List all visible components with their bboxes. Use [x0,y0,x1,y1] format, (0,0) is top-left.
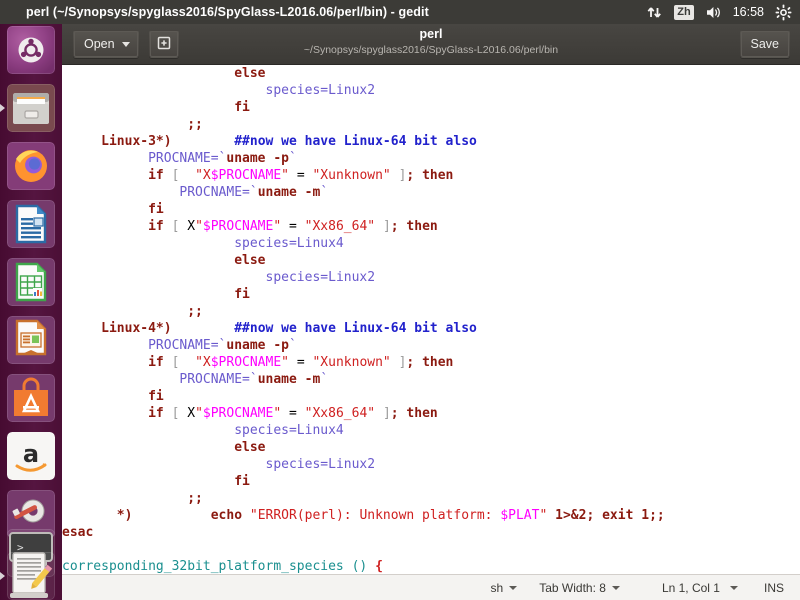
code-line: *) echo "ERROR(perl): Unknown platform: … [116,508,665,523]
chevron-down-icon [611,585,620,590]
code-line: else [234,440,266,455]
launcher-icon-glow [7,374,55,422]
code-line: fi [234,100,250,115]
launcher-item-ubuntu-software[interactable] [7,374,55,422]
code-line: if [ "X$PROCNAME" = "Xunknown" ]; then [148,168,454,183]
launcher-icon-glow [7,258,55,306]
cursor-position: Ln 1, Col 1 [662,581,720,595]
code-line: else [234,66,266,81]
code-line: PROCNAME=`uname -m` [179,185,329,200]
launcher-icon-glow [7,84,55,132]
code-line: fi [148,389,164,404]
launcher-icon-glow [7,432,55,480]
unity-launcher: a >_ [0,24,62,600]
document-path: ~/Synopsys/spyglass2016/SpyGlass-L2016.0… [303,44,559,56]
launcher-icon-glow [7,200,55,248]
launcher-item-amazon[interactable]: a [7,432,55,480]
gear-session-icon[interactable] [775,4,792,21]
insert-mode-indicator[interactable]: INS [764,581,784,595]
unity-top-panel: perl (~/Synopsys/spyglass2016/SpyGlass-L… [0,0,800,24]
network-updown-arrows-icon[interactable] [646,4,663,21]
code-line: PROCNAME=`uname -p` [148,151,297,166]
open-button-label: Open [84,37,115,51]
source-code-view[interactable]: else species=Linux2 fi ;; Linux-3*) ##no… [62,65,665,575]
launcher-item-libreoffice-impress[interactable] [7,316,55,364]
code-line: if [ X"$PROCNAME" = "Xx86_64" ]; then [148,406,438,421]
clock[interactable]: 16:58 [733,5,764,19]
code-line: species=Linux4 [234,236,344,251]
save-button[interactable]: Save [739,30,790,58]
code-line: species=Linux2 [265,270,376,285]
keyboard-language-indicator[interactable]: Zh [674,4,694,20]
page-title: perl [419,27,443,41]
code-line: ;; [187,117,203,132]
chevron-down-icon [509,585,518,590]
launcher-icon-glow [7,316,55,364]
launcher-item-libreoffice-writer[interactable] [7,200,55,248]
launcher-running-indicator [0,572,6,581]
launcher-item-ubuntu-dash[interactable] [7,26,55,74]
launcher-item-firefox[interactable] [7,142,55,190]
gedit-window: Open perl ~/Synopsys/spyglass2016/SpyGla… [62,24,800,600]
code-line: species=Linux4 [234,423,344,438]
new-document-icon [156,35,172,54]
gedit-headerbar: Open perl ~/Synopsys/spyglass2016/SpyGla… [62,24,800,65]
open-button[interactable]: Open [73,30,139,58]
chevron-down-icon[interactable] [729,585,738,590]
language-selector[interactable]: sh [491,581,518,595]
launcher-running-indicator [0,104,6,113]
code-line: species=Linux2 [265,457,376,472]
code-line: ;; [187,304,203,319]
gedit-statusbar: sh Tab Width: 8 Ln 1, Col 1 INS [62,574,800,600]
code-line: else [234,253,266,268]
window-title: perl (~/Synopsys/spyglass2016/SpyGlass-L… [26,5,429,19]
launcher-item-files-nautilus[interactable] [7,84,55,132]
code-line: PROCNAME=`uname -m` [179,372,329,387]
new-document-button[interactable] [148,30,179,58]
code-line: if [ X"$PROCNAME" = "Xx86_64" ]; then [148,219,438,234]
code-line: corresponding_32bit_platform_species () … [62,559,383,574]
code-line: fi [234,474,250,489]
language-label: sh [490,580,504,595]
launcher-icon-glow [7,26,55,74]
code-line: ;; [187,491,203,506]
code-line: Linux-4*) ##now we have Linux-64 bit als… [101,321,477,336]
code-line: species=Linux2 [265,83,376,98]
launcher-item-libreoffice-calc[interactable] [7,258,55,306]
chevron-down-icon [121,41,130,47]
code-line: esac [62,525,94,540]
code-line: fi [234,287,250,302]
tab-width-selector[interactable]: Tab Width: 8 [539,581,620,595]
code-line: fi [148,202,164,217]
tab-width-label: Tab Width: 8 [539,580,606,595]
launcher-item-gedit[interactable] [7,552,55,600]
code-line: Linux-3*) ##now we have Linux-64 bit als… [101,134,477,149]
launcher-icon-glow [7,142,55,190]
code-line: PROCNAME=`uname -p` [148,338,297,353]
code-line: if [ "X$PROCNAME" = "Xunknown" ]; then [148,355,454,370]
system-tray: Zh 16:58 [646,4,792,21]
volume-speaker-icon[interactable] [705,4,722,21]
desktop-root: perl (~/Synopsys/spyglass2016/SpyGlass-L… [0,0,800,600]
launcher-icon-glow [7,552,55,600]
text-editor-area[interactable]: else species=Linux2 fi ;; Linux-3*) ##no… [62,65,800,576]
cursor-position-label: Ln 1, Col 1 [661,580,720,595]
